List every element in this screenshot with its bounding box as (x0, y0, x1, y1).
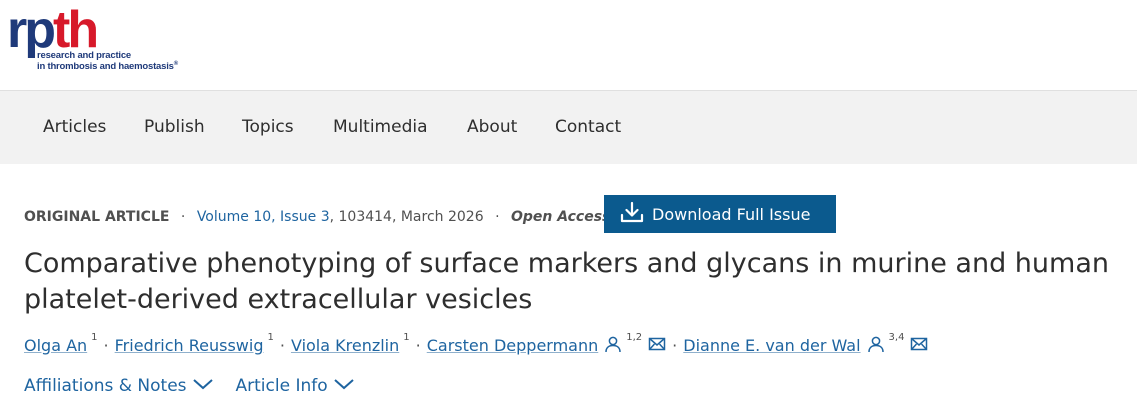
logo-tagline: research and practice in thrombosis and … (37, 50, 178, 73)
affiliation-sup[interactable]: 1 (268, 332, 274, 343)
article-info-label: Article Info (235, 376, 328, 396)
person-icon[interactable] (604, 335, 622, 353)
meta-separator: · (495, 209, 500, 225)
mail-icon[interactable] (910, 335, 928, 353)
author-link[interactable]: Friedrich Reusswig (115, 336, 264, 355)
journal-logo[interactable]: rpth research and practice in thrombosis… (7, 1, 197, 76)
meta-separator: · (180, 209, 186, 225)
author-link[interactable]: Viola Krenzlin (291, 336, 399, 355)
article-title: Comparative phenotyping of surface marke… (24, 248, 1109, 315)
author-separator: · (415, 336, 421, 355)
site-header: rpth research and practice in thrombosis… (0, 0, 1137, 90)
author-link[interactable]: Carsten Deppermann (427, 336, 599, 355)
author-separator: · (279, 336, 285, 355)
logo-registered-mark: ® (173, 61, 178, 67)
article-type: ORIGINAL ARTICLE (24, 209, 170, 225)
affiliation-sup[interactable]: 1 (91, 332, 97, 343)
nav-item-publish[interactable]: Publish (144, 117, 205, 137)
nav-item-about[interactable]: About (467, 117, 517, 137)
author-separator: · (672, 336, 678, 355)
main-nav: Articles Publish Topics Multimedia About… (0, 90, 1137, 164)
person-icon[interactable] (867, 335, 885, 353)
affiliations-notes-toggle[interactable]: Affiliations & Notes (24, 376, 214, 396)
affiliation-sup[interactable]: 1,2 (626, 332, 642, 343)
author-separator: · (103, 336, 109, 355)
logo-tagline-line2: in thrombosis and haemostasis (37, 61, 174, 73)
download-icon (620, 201, 652, 227)
affiliation-sup[interactable]: 1 (403, 332, 409, 343)
article-expanders: Affiliations & Notes Article Info (24, 376, 377, 396)
chevron-down-icon (328, 376, 355, 396)
author-link[interactable]: Olga An (24, 336, 87, 355)
volume-issue-link[interactable]: Volume 10, Issue 3 (197, 209, 330, 225)
affiliation-sup[interactable]: 3,4 (889, 332, 905, 343)
chevron-down-icon (187, 376, 214, 396)
nav-item-articles[interactable]: Articles (43, 117, 106, 137)
logo-tagline-line1: research and practice (37, 50, 132, 61)
mail-icon[interactable] (648, 335, 666, 353)
author-list: Olga An 1 · Friedrich Reusswig 1 · Viola… (24, 332, 928, 355)
article-number-date: , 103414, March 2026 (329, 209, 484, 225)
download-full-issue-button[interactable]: Download Full Issue (604, 195, 836, 233)
nav-item-multimedia[interactable]: Multimedia (333, 117, 428, 137)
download-button-label: Download Full Issue (652, 204, 811, 224)
author-link[interactable]: Dianne E. van der Wal (683, 336, 860, 355)
open-access-label: Open Access (510, 209, 611, 225)
article-info-toggle[interactable]: Article Info (236, 376, 355, 396)
nav-item-contact[interactable]: Contact (555, 117, 621, 137)
affiliations-notes-label: Affiliations & Notes (24, 376, 187, 396)
nav-item-topics[interactable]: Topics (242, 117, 294, 137)
article-meta: ORIGINAL ARTICLE · Volume 10, Issue 3, 1… (24, 209, 610, 225)
